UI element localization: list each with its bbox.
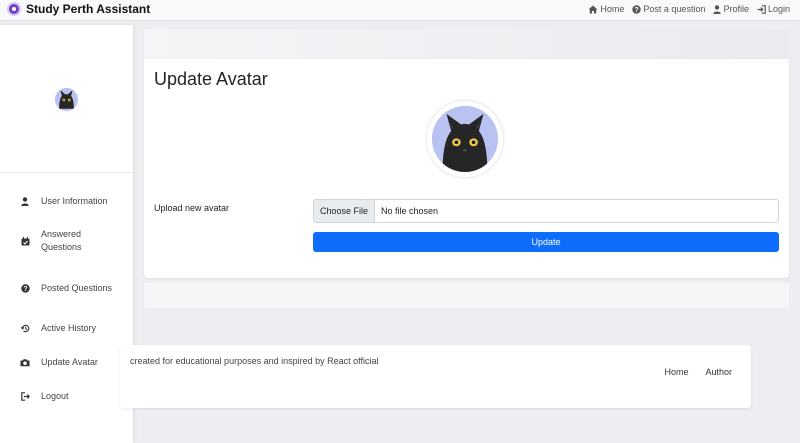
sidebar-item-active-history[interactable]: Active History: [0, 322, 133, 335]
sidebar-item-label: Active History: [41, 323, 97, 333]
brand-name: Study Perth Assistant: [26, 2, 151, 16]
sidebar-item-label: Posted Questions: [41, 282, 113, 293]
footer: created for educational purposes and ins…: [120, 345, 751, 408]
sidebar-item-user-information[interactable]: User Information: [0, 195, 133, 208]
home-icon: [588, 5, 598, 13]
footer-links: Home Author: [647, 367, 732, 377]
update-avatar-card: Update Avatar Upload new avatar Choose F…: [144, 59, 789, 278]
nav-link-login[interactable]: Login: [757, 4, 790, 14]
current-avatar: [426, 100, 504, 178]
footer-link-author[interactable]: Author: [705, 367, 732, 377]
update-button[interactable]: Update: [313, 232, 779, 252]
brand[interactable]: Study Perth Assistant: [7, 2, 150, 16]
sidebar: User Information Answered Questions ? Po…: [0, 25, 133, 443]
question-circle-icon: ?: [20, 283, 30, 293]
nav-link-post-question[interactable]: ? Post a question: [632, 4, 705, 14]
page-header-strip: [144, 29, 789, 59]
nav-link-home[interactable]: Home: [588, 4, 624, 14]
black-cat-avatar-icon: [432, 106, 498, 172]
camera-icon: [20, 358, 30, 368]
sidebar-item-logout[interactable]: Logout: [0, 390, 133, 403]
sidebar-item-answered-questions[interactable]: Answered Questions: [0, 228, 133, 254]
sidebar-item-label: Answered Questions: [41, 229, 82, 252]
logout-icon: [20, 392, 30, 402]
footer-text: created for educational purposes and ins…: [130, 356, 379, 366]
top-navbar: Study Perth Assistant Home ? Post a ques…: [0, 0, 800, 21]
footer-link-home[interactable]: Home: [664, 367, 688, 377]
page-lower-strip: [144, 283, 789, 308]
login-icon: [757, 4, 766, 14]
choose-file-button[interactable]: Choose File: [314, 200, 376, 222]
sidebar-item-label: User Information: [41, 196, 108, 206]
nav-links: Home ? Post a question Profile Login: [580, 4, 790, 14]
avatar-file-input[interactable]: Choose File No file chosen: [313, 199, 779, 223]
sidebar-item-label: Logout: [41, 391, 69, 401]
brand-logo-icon: [7, 2, 21, 16]
sidebar-item-label: Update Avatar: [41, 357, 98, 367]
sidebar-avatar: [55, 88, 78, 111]
sidebar-item-update-avatar[interactable]: Update Avatar: [0, 356, 133, 369]
svg-text:?: ?: [23, 286, 27, 293]
page-title: Update Avatar: [154, 69, 268, 89]
avatar-image: [432, 106, 498, 172]
file-status-text: No file chosen: [381, 206, 439, 216]
calendar-check-icon: [20, 236, 30, 246]
nav-link-label: Profile: [723, 4, 749, 14]
upload-avatar-label: Upload new avatar: [154, 203, 230, 213]
black-cat-avatar-icon: [55, 88, 78, 111]
user-icon: [713, 4, 722, 14]
nav-link-profile[interactable]: Profile: [713, 4, 749, 14]
sidebar-profile: [0, 25, 133, 173]
svg-text:?: ?: [635, 7, 639, 14]
history-icon: [20, 324, 30, 334]
sidebar-item-posted-questions[interactable]: ? Posted Questions: [0, 275, 133, 301]
nav-link-label: Login: [767, 4, 790, 14]
nav-link-label: Post a question: [643, 4, 706, 14]
nav-link-label: Home: [600, 4, 625, 14]
question-circle-icon: ?: [632, 4, 642, 14]
user-icon: [20, 197, 30, 207]
